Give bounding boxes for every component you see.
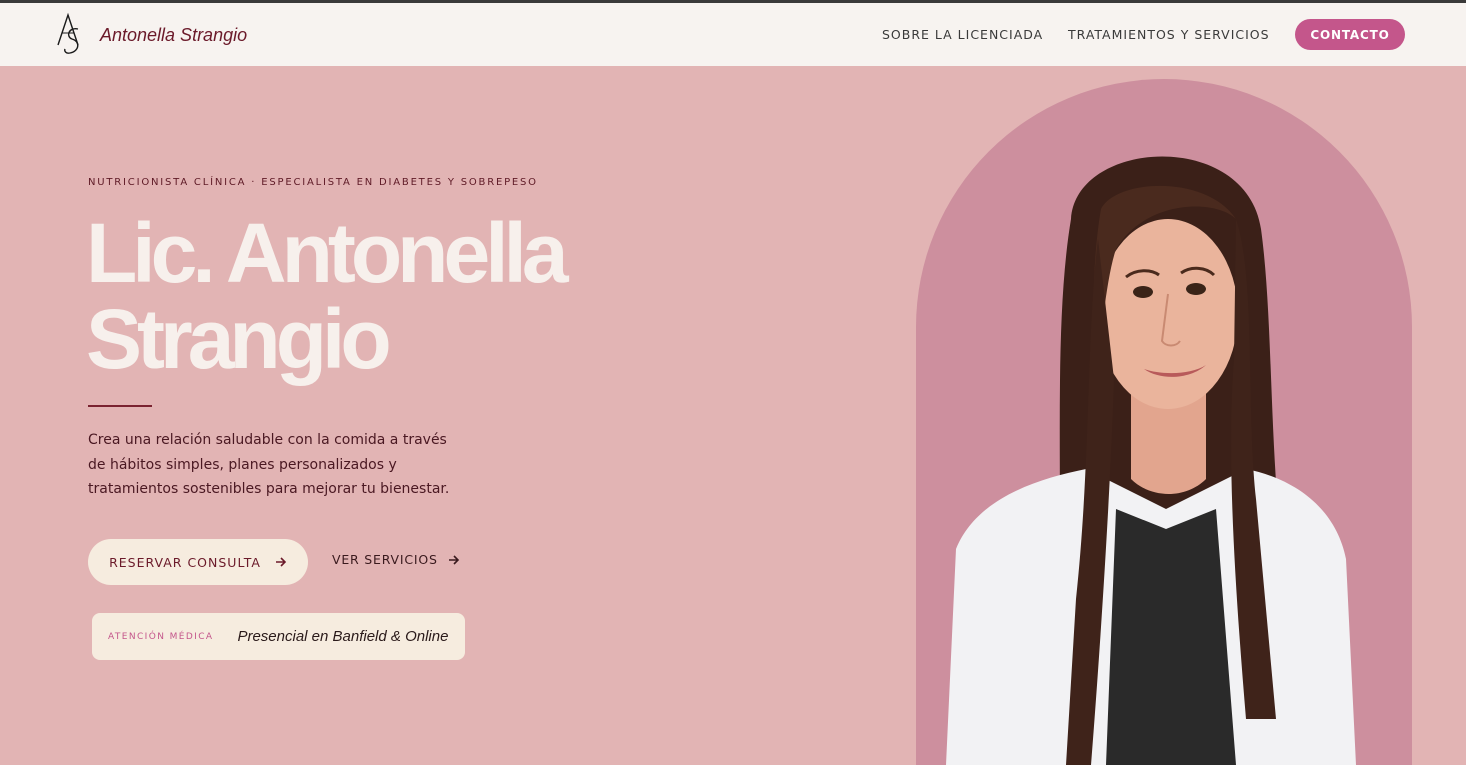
contact-button[interactable]: CONTACTO: [1295, 19, 1405, 50]
portrait-photo: [946, 156, 1356, 765]
arrow-right-icon: [448, 554, 459, 565]
title-divider: [88, 405, 152, 407]
nav-link-about[interactable]: SOBRE LA LICENCIADA: [882, 27, 1043, 42]
hero-eyebrow: NUTRICIONISTA CLÍNICA · ESPECIALISTA EN …: [88, 177, 538, 188]
navbar: Antonella Strangio SOBRE LA LICENCIADA T…: [0, 3, 1466, 66]
view-services-button[interactable]: VER SERVICIOS: [332, 552, 460, 567]
view-services-label: VER SERVICIOS: [332, 552, 438, 567]
nav-link-services[interactable]: TRATAMIENTOS Y SERVICIOS: [1068, 27, 1270, 42]
brand-link[interactable]: Antonella Strangio: [54, 11, 247, 59]
portrait-arch: [916, 79, 1412, 765]
hero-title: Lic. Antonella Strangio: [86, 206, 569, 386]
attention-value: Presencial en Banfield & Online: [237, 628, 449, 645]
hero-description: Crea una relación saludable con la comid…: [88, 432, 450, 497]
brand-name: Antonella Strangio: [100, 24, 248, 45]
hero-title-line-2: Strangio: [86, 292, 392, 386]
attention-label: ATENCIÓN MÉDICA: [108, 631, 214, 642]
book-consultation-button[interactable]: RESERVAR CONSULTA: [88, 539, 308, 585]
hero-title-line-1: Lic. Antonella: [86, 206, 569, 300]
as-monogram-icon: [57, 12, 79, 54]
book-consultation-label: RESERVAR CONSULTA: [109, 554, 261, 570]
attention-info-card: ATENCIÓN MÉDICA Presencial en Banfield &…: [92, 613, 465, 660]
arrow-right-icon: [275, 557, 287, 567]
